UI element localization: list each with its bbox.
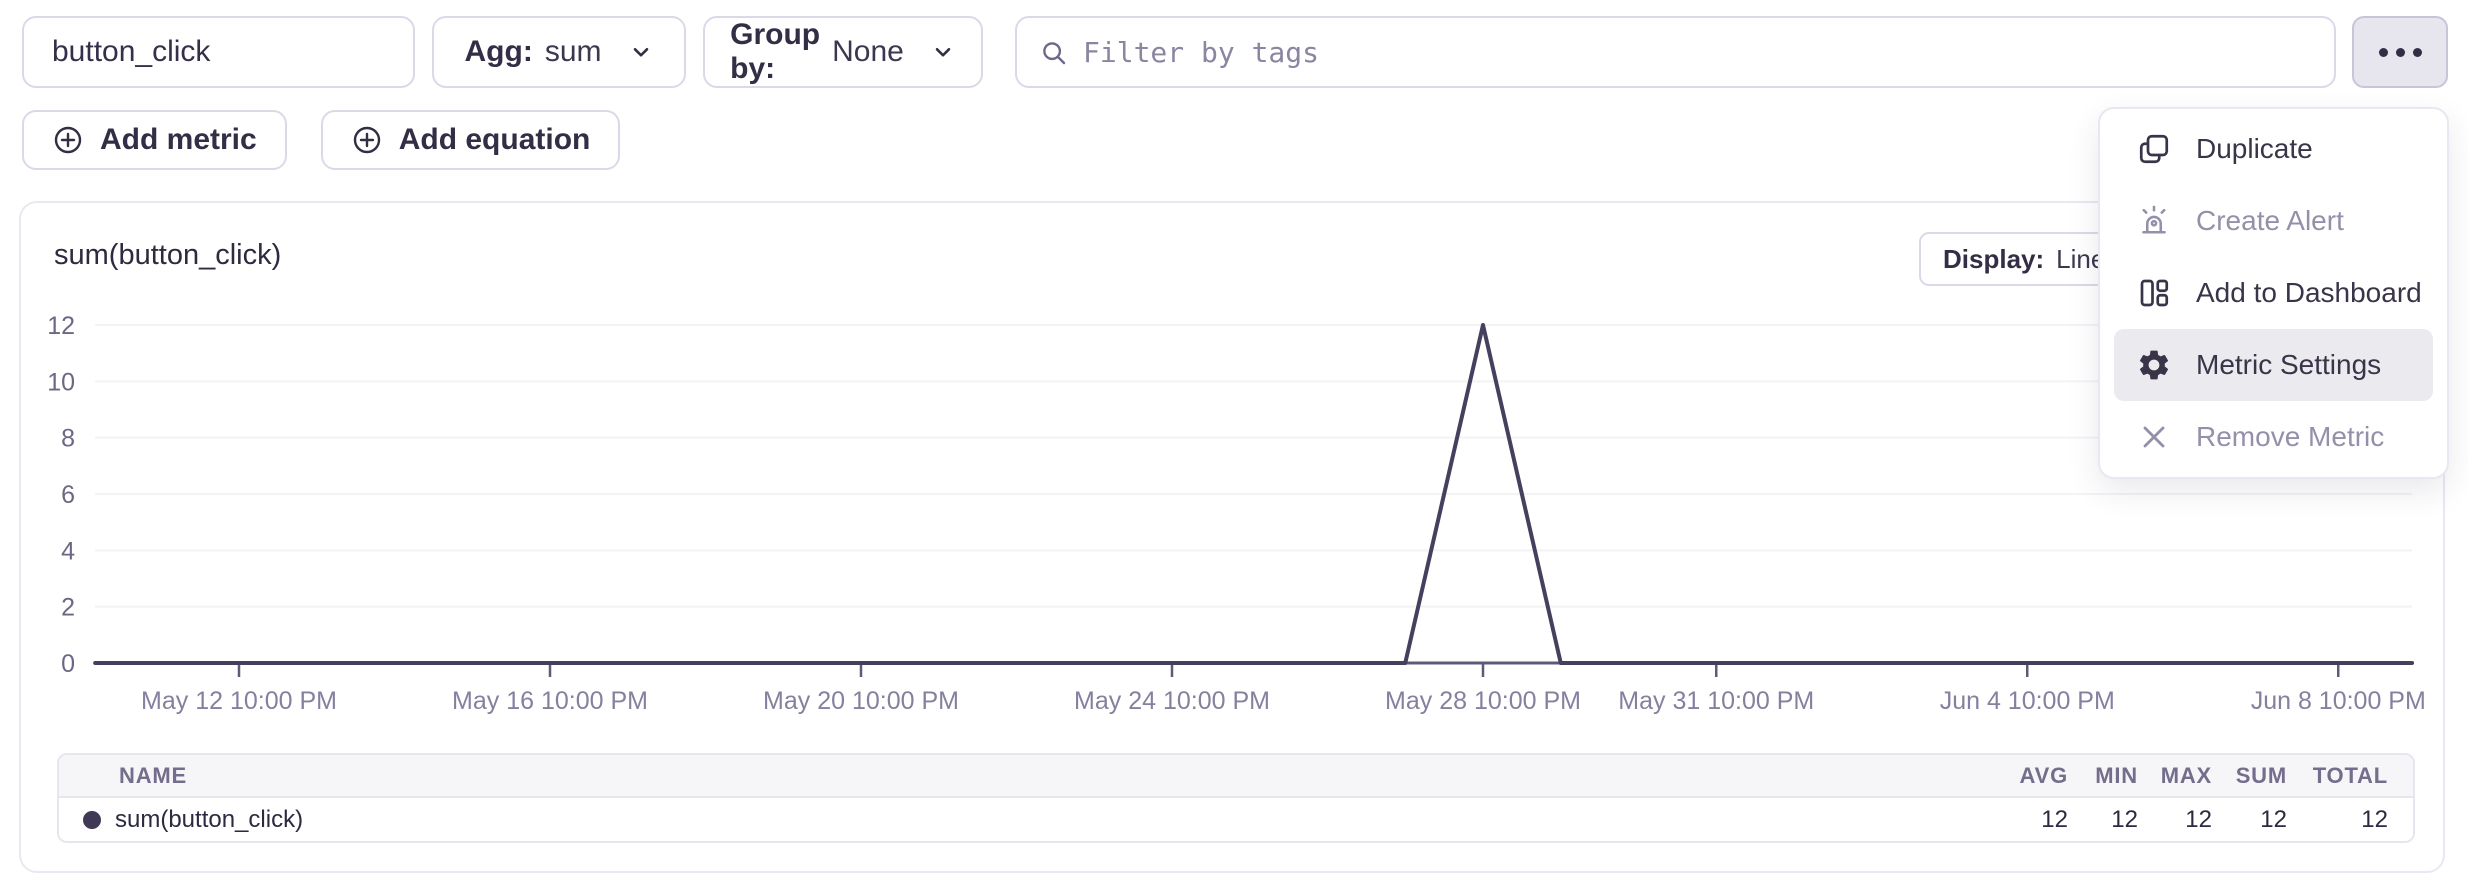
group-by-label: Group by: <box>730 18 820 86</box>
chevron-down-icon <box>628 39 654 65</box>
cell-avg: 12 <box>1998 806 2068 834</box>
chevron-down-icon <box>930 39 956 65</box>
header-sum: SUM <box>2212 763 2287 789</box>
group-by-value: None <box>832 35 904 69</box>
y-axis-label: 6 <box>61 481 75 509</box>
x-axis-label: May 24 10:00 PM <box>1074 687 1270 715</box>
duplicate-icon <box>2136 131 2172 167</box>
more-options-button[interactable] <box>2352 16 2448 88</box>
agg-dropdown[interactable]: Agg: sum <box>432 16 686 88</box>
metric-actions: Add metric Add equation <box>22 110 620 170</box>
metric-name-input[interactable] <box>24 35 413 69</box>
menu-item-create-alert[interactable]: Create Alert <box>2114 185 2433 257</box>
x-axis-label: May 16 10:00 PM <box>452 687 648 715</box>
menu-item-label: Create Alert <box>2196 205 2344 237</box>
display-label: Display: <box>1943 244 2044 275</box>
add-metric-button[interactable]: Add metric <box>22 110 287 170</box>
series-name: sum(button_click) <box>115 806 303 834</box>
group-by-dropdown[interactable]: Group by: None <box>703 16 983 88</box>
y-axis-label: 8 <box>61 425 75 453</box>
y-axis-label: 12 <box>47 312 75 340</box>
x-axis-label: May 31 10:00 PM <box>1618 687 1814 715</box>
x-axis-label: May 20 10:00 PM <box>763 687 959 715</box>
cell-min: 12 <box>2068 806 2138 834</box>
cell-sum: 12 <box>2212 806 2287 834</box>
y-axis-label: 10 <box>47 368 75 396</box>
circle-plus-icon <box>351 124 383 156</box>
y-axis-label: 4 <box>61 537 75 565</box>
circle-plus-icon <box>52 124 84 156</box>
x-axis-label: May 28 10:00 PM <box>1385 687 1581 715</box>
close-icon <box>2136 419 2172 455</box>
y-axis-label: 2 <box>61 594 75 622</box>
x-axis-label: Jun 4 10:00 PM <box>1940 687 2115 715</box>
line-chart: 0 2 4 6 8 10 12 May 12 10:00 PM May 16 10:00 PM M… <box>21 300 2443 724</box>
tag-filter-input[interactable] <box>1017 36 2334 69</box>
header-name: NAME <box>59 763 1998 789</box>
menu-item-label: Metric Settings <box>2196 349 2381 381</box>
metric-name-field <box>22 16 415 88</box>
chart-card: sum(button_click) Display: Line 02468101… <box>19 201 2445 873</box>
toolbar: Agg: sum Group by: None <box>22 16 2448 88</box>
cell-max: 12 <box>2138 806 2212 834</box>
add-equation-button[interactable]: Add equation <box>321 110 621 170</box>
menu-item-remove-metric[interactable]: Remove Metric <box>2114 401 2433 473</box>
agg-value: sum <box>545 35 602 69</box>
add-metric-label: Add metric <box>100 123 257 157</box>
search-icon <box>1039 38 1069 76</box>
more-options-menu: Duplicate Create Alert Add to Dashboard … <box>2098 107 2449 479</box>
series-color-dot <box>83 811 101 829</box>
tag-filter-field <box>1015 16 2336 88</box>
menu-item-label: Remove Metric <box>2196 421 2384 453</box>
add-equation-label: Add equation <box>399 123 591 157</box>
table-row[interactable]: sum(button_click) 12 12 12 12 12 <box>59 798 2413 841</box>
header-min: MIN <box>2068 763 2138 789</box>
summary-table-header: NAME AVG MIN MAX SUM TOTAL <box>59 755 2413 798</box>
chart-title: sum(button_click) <box>54 239 281 272</box>
ellipsis-icon <box>2379 48 2388 57</box>
agg-label: Agg: <box>465 35 533 69</box>
x-axis-label: Jun 8 10:00 PM <box>2251 687 2426 715</box>
menu-item-metric-settings[interactable]: Metric Settings <box>2114 329 2433 401</box>
y-axis-label: 0 <box>61 650 75 678</box>
x-axis-label: May 12 10:00 PM <box>141 687 337 715</box>
series-summary-table: NAME AVG MIN MAX SUM TOTAL sum(button_cl… <box>57 753 2415 843</box>
alarm-icon <box>2136 203 2172 239</box>
header-avg: AVG <box>1998 763 2068 789</box>
header-total: TOTAL <box>2287 763 2388 789</box>
gear-icon <box>2136 347 2172 383</box>
dashboard-icon <box>2136 275 2172 311</box>
metric-explorer-screen: { "toolbar": { "metric_input": {"value":… <box>0 0 2468 894</box>
cell-total: 12 <box>2287 806 2388 834</box>
menu-item-duplicate[interactable]: Duplicate <box>2114 113 2433 185</box>
header-max: MAX <box>2138 763 2212 789</box>
menu-item-add-to-dashboard[interactable]: Add to Dashboard <box>2114 257 2433 329</box>
menu-item-label: Add to Dashboard <box>2196 277 2422 309</box>
menu-item-label: Duplicate <box>2196 133 2313 165</box>
